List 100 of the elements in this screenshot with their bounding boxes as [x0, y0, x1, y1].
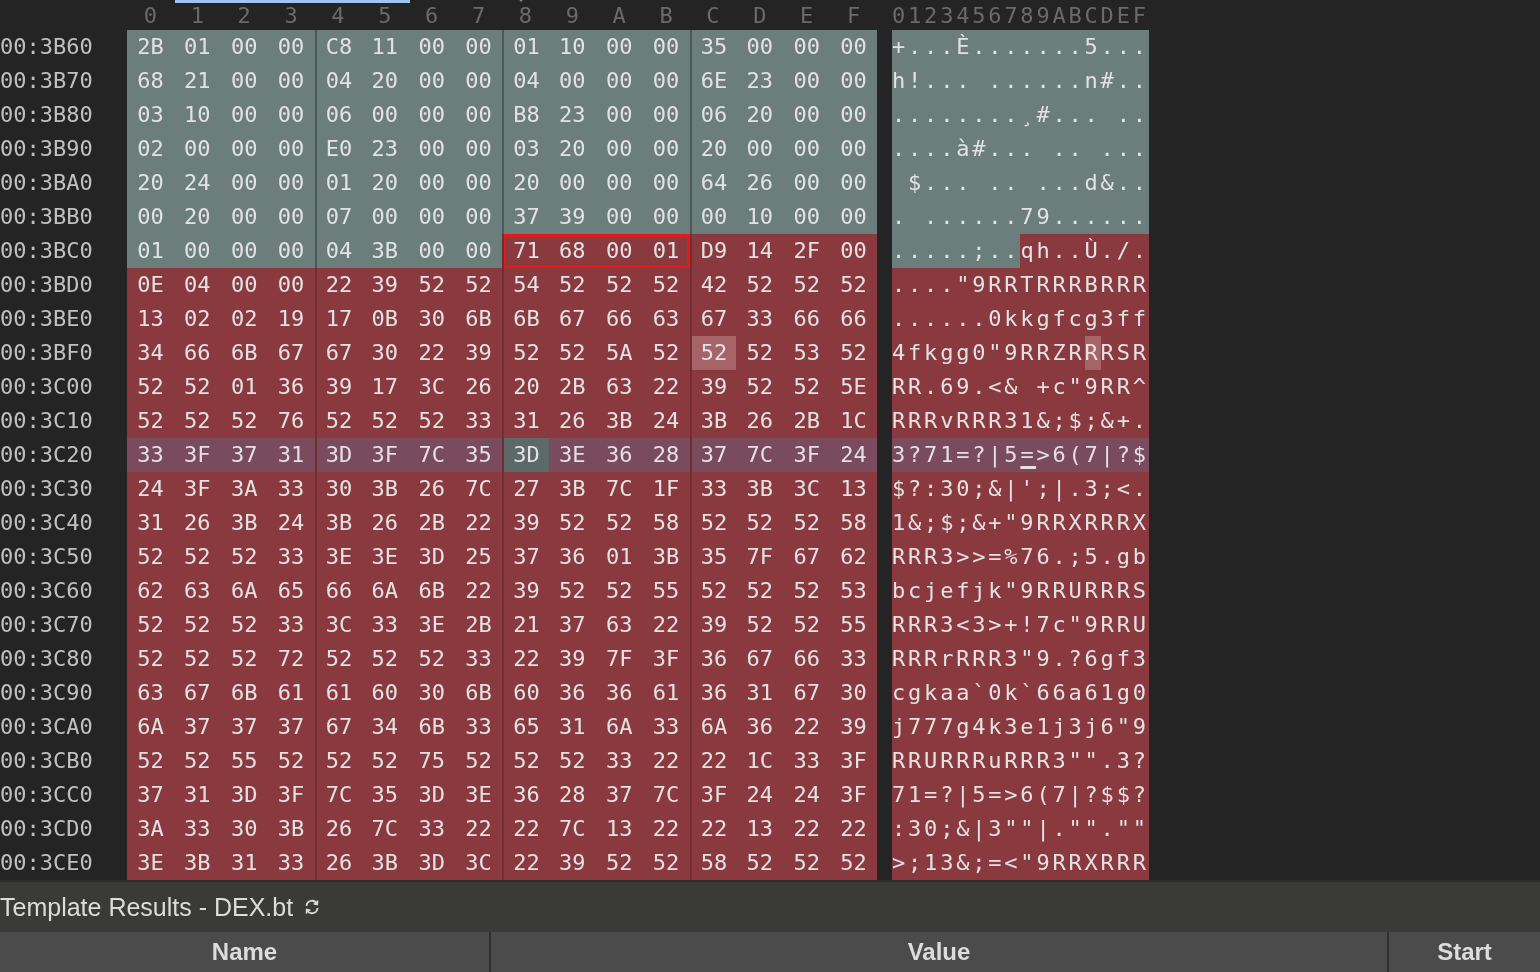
hex-byte: 28	[558, 781, 587, 809]
hex-byte: 52	[558, 339, 587, 367]
hex-byte: 20	[745, 101, 775, 129]
hex-byte: 3B	[276, 815, 306, 843]
hex-byte: 3C	[792, 475, 821, 503]
ascii-text: $... .. ...d&..	[892, 166, 1149, 200]
hex-byte: 37	[229, 441, 259, 469]
hex-byte: 00	[792, 33, 821, 61]
hex-byte: 52	[651, 849, 681, 877]
hex-byte: 68	[136, 67, 165, 95]
row-address: 00:3CC0	[0, 781, 94, 809]
hex-byte: 22	[651, 611, 681, 639]
row-address: 00:3C50	[0, 543, 94, 571]
hex-byte: 00	[745, 135, 775, 163]
hex-byte: 24	[136, 475, 165, 503]
hex-byte: 3F	[183, 475, 212, 503]
hex-byte: 52	[136, 747, 165, 775]
hex-byte: 26	[370, 509, 400, 537]
hex-byte: 1C	[839, 407, 868, 435]
hex-byte: 2B	[558, 373, 587, 401]
hex-byte: 52	[792, 509, 821, 537]
hex-byte: 31	[745, 679, 775, 707]
hex-byte: 6B	[417, 713, 446, 741]
hex-byte: 00	[276, 33, 306, 61]
hex-byte: 30	[839, 679, 868, 707]
hex-byte: 3F	[839, 747, 868, 775]
row-address: 00:3B80	[0, 101, 94, 129]
hex-byte: 30	[370, 339, 400, 367]
hex-byte: 22	[839, 815, 868, 843]
ascii-text: 4fkgg0"9RRZR	[892, 336, 1085, 370]
hex-byte: 62	[839, 543, 868, 571]
ascii-text: RRRvRRR31&;$;&+.	[892, 404, 1149, 438]
hex-byte: 04	[183, 271, 212, 299]
hex-byte: 13	[745, 815, 775, 843]
hex-byte: 00	[464, 101, 493, 129]
hex-byte: 33	[792, 747, 821, 775]
column-label: D	[752, 2, 768, 28]
column-label: A	[611, 2, 627, 28]
hex-byte: 61	[651, 679, 681, 707]
hex-byte: 52	[229, 543, 259, 571]
hex-byte: 00	[604, 203, 634, 231]
hex-byte: 52	[183, 373, 212, 401]
hex-byte: 33	[464, 713, 493, 741]
hex-byte: 3D	[417, 781, 446, 809]
row-address: 00:3CD0	[0, 815, 94, 843]
column-header[interactable]: Start	[1389, 932, 1540, 972]
row-address: 00:3B70	[0, 67, 94, 95]
hex-byte: 33	[604, 747, 634, 775]
hex-byte: 3B	[745, 475, 775, 503]
hex-byte: 3E	[558, 441, 587, 469]
hex-byte: 7C	[417, 441, 446, 469]
hex-byte: 31	[136, 509, 165, 537]
hex-byte: 24	[183, 169, 212, 197]
hex-byte: 22	[464, 815, 493, 843]
hex-byte: 00	[839, 135, 868, 163]
hex-byte: 3F	[792, 441, 821, 469]
hex-byte: 26	[745, 407, 775, 435]
ascii-text: Ù./.	[1084, 234, 1149, 268]
hex-byte: 00	[839, 67, 868, 95]
hex-byte: 52	[183, 747, 212, 775]
hex-byte: 35	[370, 781, 400, 809]
hex-byte: 67	[745, 645, 775, 673]
column-label: 1	[189, 2, 205, 28]
hex-byte: 00	[464, 237, 493, 265]
hex-byte: 00	[276, 237, 306, 265]
row-address: 00:3C00	[0, 373, 94, 401]
hex-byte: 30	[417, 305, 446, 333]
ascii-text: RSR	[1100, 336, 1149, 370]
hex-byte: 3B	[651, 543, 681, 571]
column-header[interactable]: Name	[0, 932, 491, 972]
row-address: 00:3CE0	[0, 849, 94, 877]
hex-byte: 5E	[839, 373, 868, 401]
column-header[interactable]: Value	[491, 932, 1389, 972]
hex-byte: 34	[370, 713, 400, 741]
hex-byte: 6A	[136, 713, 165, 741]
hex-byte: 3B	[558, 475, 587, 503]
row-address: 00:3CB0	[0, 747, 94, 775]
hex-byte: 66	[792, 305, 821, 333]
hex-byte: 00	[417, 135, 446, 163]
column-label: B	[658, 2, 674, 28]
hex-byte: 00	[136, 203, 165, 231]
hex-byte: 24	[792, 781, 821, 809]
hex-byte: 52	[651, 339, 681, 367]
hex-byte: 00	[651, 101, 681, 129]
hex-byte: 24	[276, 509, 306, 537]
hex-byte: 7C	[651, 781, 681, 809]
hex-byte: 37	[136, 781, 165, 809]
hex-byte: 00	[464, 203, 493, 231]
ascii-text: ...."9RRTRRRBRRR	[892, 268, 1149, 302]
hex-byte: 52	[604, 509, 634, 537]
hex-byte: 00	[792, 135, 821, 163]
hex-byte: 1F	[651, 475, 681, 503]
hex-byte: 01	[651, 237, 681, 265]
hex-byte: 52	[651, 271, 681, 299]
hex-byte: 6B	[229, 679, 259, 707]
ascii-text: +...È.......5...	[892, 30, 1149, 64]
hex-byte: 52	[745, 509, 775, 537]
hex-byte: 3D	[417, 849, 446, 877]
hex-byte: 36	[604, 441, 634, 469]
hex-byte: 00	[839, 33, 868, 61]
